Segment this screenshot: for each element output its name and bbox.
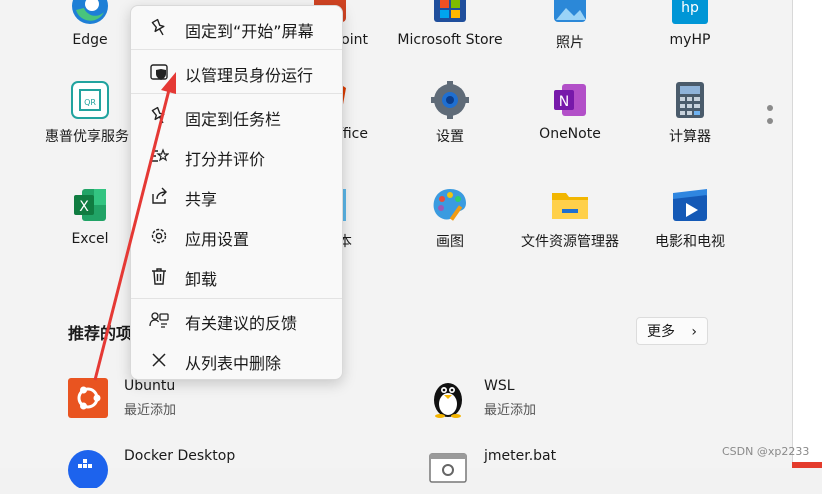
menu-item-remove-from-list[interactable]: 从列表中删除 [135,342,338,378]
explorer-icon [552,193,588,219]
recommended-item-ubuntu[interactable]: Ubuntu 最近添加 [68,378,318,424]
app-label: 设置 [436,129,464,145]
menu-item-share[interactable]: 共享 [135,178,338,214]
menu-item-pin-to-start[interactable]: 固定到“开始”屏幕 [135,10,338,46]
app-label: Microsoft Store [397,32,503,48]
menu-item-label: 有关建议的反馈 [185,314,298,333]
menu-separator [131,298,342,299]
app-movies-tv[interactable]: 电影和电视 [630,185,750,251]
app-label: 照片 [556,35,584,51]
movies-icon [673,189,707,221]
more-button[interactable]: 更多 › [636,317,708,345]
scrollbar-area[interactable] [792,0,822,468]
app-label: 画图 [436,234,464,250]
wsl-penguin-icon [434,383,462,418]
excel-icon: X [74,189,106,221]
app-microsoft-store[interactable]: Microsoft Store [390,0,510,48]
menu-item-label: 固定到任务栏 [185,110,282,129]
onenote-icon: N [554,84,586,116]
recommended-item-docker[interactable]: Docker Desktop [68,448,318,494]
app-paint[interactable]: 画图 [390,185,510,251]
menu-item-label: 从列表中删除 [185,354,282,373]
menu-item-label: 打分并评价 [185,150,266,169]
menu-item-pin-to-taskbar[interactable]: 固定到任务栏 [135,98,338,134]
recommended-title: 推荐的项 [68,324,133,343]
bat-file-icon [429,453,467,483]
menu-item-app-settings[interactable]: 应用设置 [135,218,338,254]
app-myhp[interactable]: hp myHP [630,0,750,48]
recommended-item-wsl[interactable]: WSL 最近添加 [428,378,678,424]
page-indicator[interactable] [766,105,774,131]
app-file-explorer[interactable]: 文件资源管理器 [510,185,630,251]
myhp-icon: hp [672,0,708,24]
menu-separator [131,93,342,94]
svg-text:hp: hp [681,0,699,16]
calculator-icon [676,82,704,118]
menu-item-label: 以管理员身份运行 [185,66,314,85]
photos-icon [554,0,586,22]
start-menu-panel: Edge oint Microsoft Store 照片 hp myHP QR [0,0,792,488]
recommended-item-name: jmeter.bat [484,448,557,464]
red-strip [792,462,822,468]
ubuntu-icon [68,378,108,418]
app-settings[interactable]: 设置 [390,80,510,146]
paint-icon [433,189,466,221]
app-photos[interactable]: 照片 [510,0,630,52]
watermark: CSDN @xp2233 [722,445,810,458]
rate-icon [152,148,169,162]
recommended-item-sub: 最近添加 [124,403,177,418]
trash-icon [152,268,166,285]
svg-text:N: N [559,94,569,110]
menu-item-feedback[interactable]: 有关建议的反馈 [135,302,338,338]
app-label: 电影和电视 [655,234,725,250]
menu-item-label: 应用设置 [185,230,250,249]
gear-icon [151,228,167,244]
settings-icon [431,81,469,119]
svg-text:QR: QR [84,98,96,107]
edge-icon [72,0,108,24]
close-icon [152,353,166,367]
hp-service-icon: QR [71,81,109,119]
pin-icon [151,18,165,36]
share-icon [152,187,167,204]
docker-icon [68,450,108,488]
feedback-icon [149,312,169,328]
recommended-item-jmeter[interactable]: jmeter.bat [428,448,678,494]
app-calculator[interactable]: 计算器 [630,80,750,146]
recommended-item-sub: 最近添加 [484,403,537,418]
menu-separator [131,49,342,50]
app-onenote[interactable]: N OneNote [510,80,630,142]
app-label: myHP [669,32,711,48]
menu-item-run-as-admin[interactable]: 以管理员身份运行 [135,54,338,90]
pin-icon [151,106,165,124]
recommended-item-name: Ubuntu [124,378,176,394]
recommended-item-name: Docker Desktop [124,448,236,464]
app-label: OneNote [539,126,601,142]
menu-item-rate-review[interactable]: 打分并评价 [135,138,338,174]
store-icon [434,0,466,22]
more-label: 更多 [647,324,675,340]
menu-item-label: 共享 [185,190,218,209]
recommended-item-name: WSL [484,378,515,394]
shield-icon [150,64,168,80]
menu-item-label: 固定到“开始”屏幕 [185,22,314,41]
svg-text:X: X [79,199,89,215]
app-label: 文件资源管理器 [521,234,619,250]
menu-item-uninstall[interactable]: 卸载 [135,258,338,294]
app-label: 计算器 [669,129,711,145]
context-menu: 固定到“开始”屏幕 以管理员身份运行 固定到任务栏 打分并评价 共享 应用设置 [130,5,343,380]
chevron-right-icon: › [691,324,697,340]
menu-item-label: 卸载 [185,270,218,289]
